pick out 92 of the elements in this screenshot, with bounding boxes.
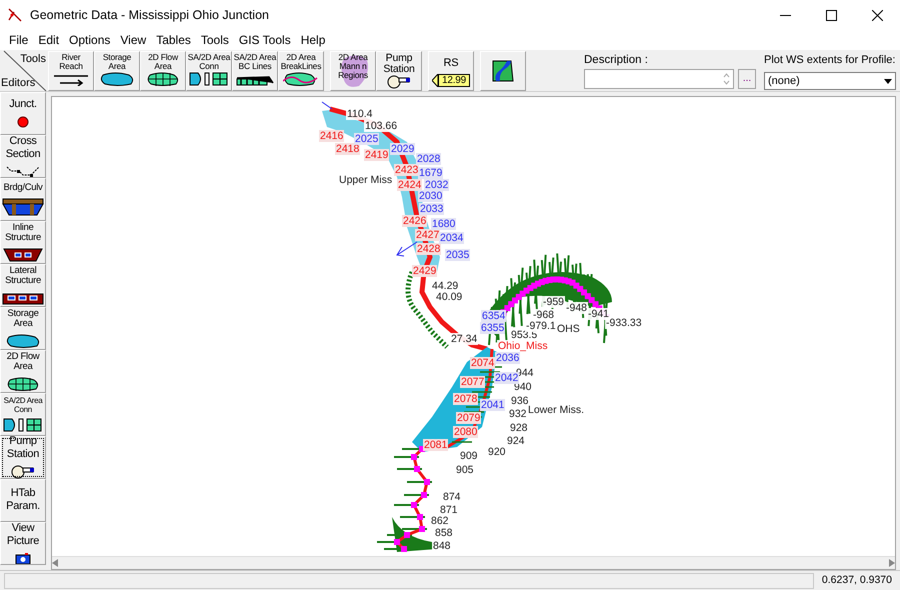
river-station-label: 848 (432, 540, 452, 552)
river-station-label: -968 (532, 308, 556, 321)
junction-label: Ohio_Miss (497, 340, 549, 352)
editor-button[interactable]: Storage Area (0, 306, 46, 350)
tool-button[interactable]: SA/2D Area Conn (186, 50, 232, 91)
tool-button[interactable]: SA/2D Area BC Lines (232, 50, 278, 91)
description-label: Description : (584, 52, 649, 68)
node-label: 2032 (424, 178, 450, 191)
node-label: 1679 (418, 166, 444, 179)
node-label: 2029 (390, 142, 416, 155)
menu-item[interactable]: Options (64, 30, 116, 49)
window-title: Geometric Data - Mississippi Ohio Junction (30, 6, 269, 24)
river-station-label: 110.4 (346, 108, 374, 120)
reach-name-label: Upper Miss (338, 174, 394, 186)
node-label: 2041 (480, 398, 506, 411)
river-station-label: 103.66 (364, 120, 398, 132)
node-label: 2025 (354, 132, 380, 145)
node-label: 2079 (456, 412, 482, 424)
river-station-label: 920 (487, 446, 507, 458)
menu-item[interactable]: File (4, 30, 34, 49)
tool-button[interactable]: Pump Station (376, 50, 422, 91)
node-label: 2423 (394, 164, 420, 176)
tool-button[interactable]: 2D Area BreakLines (278, 50, 324, 91)
node-label: 2416 (319, 130, 344, 142)
editor-button[interactable]: HTab Param. (0, 478, 46, 522)
node-label: 2074 (470, 356, 496, 369)
node-label: 2419 (364, 148, 390, 161)
node-label: 2035 (445, 248, 470, 261)
river-station-label: -948 (565, 302, 588, 314)
node-label: 2428 (416, 242, 442, 255)
river-station-label: 928 (509, 422, 529, 434)
menu-item[interactable]: Tables (151, 30, 196, 49)
tool-button[interactable]: 2D Area Mann n Regions (330, 50, 376, 91)
editor-button[interactable]: SA/2D Area Conn (0, 392, 46, 436)
node-label: 2080 (453, 426, 478, 438)
river-station-label: 858 (434, 526, 454, 539)
tools-label: Tools (20, 52, 46, 67)
editor-button[interactable]: Brdg/Culv (0, 178, 46, 221)
menu-item[interactable]: Tools (196, 30, 234, 49)
river-station-label: -979.1 (525, 320, 557, 332)
tool-button[interactable]: 2D Flow Area (140, 50, 186, 91)
river-station-label: 924 (506, 434, 526, 447)
editor-button[interactable]: Lateral Structure (0, 264, 46, 307)
river-station-label: 909 (459, 450, 479, 462)
menu-item[interactable]: GIS Tools (234, 30, 296, 49)
river-station-label: 905 (455, 464, 475, 476)
browse-button[interactable]: ... (738, 69, 756, 90)
river-station-label: 932 (508, 408, 528, 420)
tool-button[interactable]: River Reach (48, 50, 94, 91)
node-label: 2081 (423, 438, 448, 451)
node-label: 2427 (415, 228, 440, 241)
editors-label: Editors (1, 76, 36, 92)
menu-item[interactable]: Help (296, 30, 330, 49)
river-station-label: 862 (430, 514, 450, 527)
editor-button[interactable]: Inline Structure (0, 220, 46, 264)
node-label: 2429 (412, 264, 438, 277)
node-label: 2042 (494, 372, 520, 384)
node-label: 6355 (480, 322, 506, 334)
node-label: 2028 (416, 152, 442, 165)
river-station-label: 936 (510, 394, 530, 407)
river-station-label: -959 (542, 296, 566, 308)
tool-button[interactable]: RS 12.99 (428, 50, 474, 91)
river-station-label: -933.33 (605, 316, 643, 329)
tool-button[interactable]: Storage Area (94, 50, 140, 91)
river-station-label: 44.29 (431, 280, 460, 292)
editor-button[interactable]: 2D Flow Area (0, 350, 46, 393)
node-label: 6354 (481, 310, 506, 322)
node-label: 2426 (402, 214, 428, 227)
node-label: 2077 (460, 376, 486, 388)
profile-label: Plot WS extents for Profile: (764, 52, 896, 68)
node-label: 2424 (397, 178, 422, 191)
menu-item[interactable]: View (115, 30, 152, 49)
node-label: 2418 (335, 142, 360, 155)
editor-button[interactable]: Junct. (0, 92, 46, 135)
profile-dropdown[interactable]: (none) (764, 72, 896, 90)
river-station-label: -941 (587, 308, 610, 320)
river-station-label: 40.09 (435, 290, 464, 303)
node-label: 2036 (495, 352, 520, 364)
editor-button[interactable]: View Picture (0, 522, 46, 565)
river-station-label: 874 (442, 490, 462, 503)
node-label: 2078 (453, 392, 478, 405)
river-station-label: 871 (439, 504, 459, 516)
river-station-label: 27.34 (450, 332, 478, 345)
reach-name-label: Lower Miss. (527, 404, 586, 416)
editor-button[interactable]: Cross Section (0, 134, 46, 178)
node-label: 2033 (419, 202, 444, 215)
cursor-coordinates: 0.6237, 0.9370 (820, 572, 893, 588)
node-label: 2034 (439, 232, 464, 244)
node-label: 2030 (418, 190, 444, 202)
node-label: 1680 (431, 218, 456, 230)
reach-name-label: OHS (556, 322, 581, 335)
menu-item[interactable]: Edit (33, 30, 64, 49)
